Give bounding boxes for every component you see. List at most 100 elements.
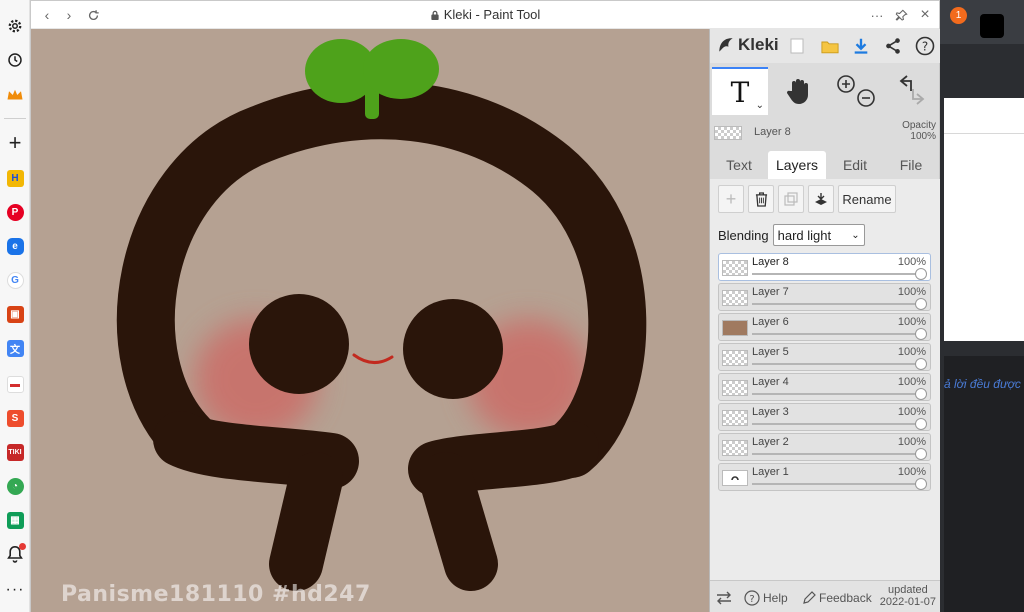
browser-sidebar: + H P e G ▣ 文 ▬ S TIKI ◔ ▦ ··· <box>0 0 30 612</box>
crown-icon[interactable] <box>3 83 27 107</box>
text-tool[interactable]: T ⌄ <box>712 67 768 115</box>
translate-icon[interactable]: 文 <box>3 336 27 360</box>
layer-row[interactable]: Layer 3 100% <box>718 403 931 431</box>
mouth <box>352 353 394 364</box>
layer-opacity-slider[interactable] <box>752 333 920 335</box>
layer-opacity-slider[interactable] <box>752 483 920 485</box>
slider-knob[interactable] <box>915 328 927 340</box>
layer-name: Layer 6 <box>752 316 789 328</box>
layer-opacity-slider[interactable] <box>752 393 920 395</box>
more-icon[interactable]: ··· <box>3 578 27 602</box>
avatar[interactable] <box>980 14 1004 38</box>
zoom-out-icon <box>857 89 875 107</box>
delete-layer-button[interactable] <box>748 185 774 213</box>
layer-opacity-slider[interactable] <box>752 303 920 305</box>
trash-icon <box>755 191 767 207</box>
help-icon[interactable]: ? <box>914 35 936 57</box>
layer-opacity-slider[interactable] <box>752 423 920 425</box>
left-eye <box>249 294 349 394</box>
rename-layer-button[interactable]: Rename <box>838 185 896 213</box>
kleki-logo[interactable]: Kleki <box>716 35 779 55</box>
more-options-icon[interactable]: ··· <box>867 5 887 25</box>
current-layer-thumbnail <box>714 126 742 140</box>
layer-name: Layer 3 <box>752 406 789 418</box>
layer-thumbnail <box>722 440 748 456</box>
blending-select[interactable]: hard light ⌄ <box>772 224 865 246</box>
layer-thumbnail <box>722 290 748 306</box>
duplicate-layer-button[interactable] <box>778 185 804 213</box>
settings-gear-icon[interactable] <box>3 14 27 38</box>
share-icon[interactable] <box>882 35 904 57</box>
slider-knob[interactable] <box>915 448 927 460</box>
add-layer-button[interactable]: + <box>718 185 744 213</box>
layer-row[interactable]: Layer 6 100% <box>718 313 931 341</box>
layer-opacity-slider[interactable] <box>752 273 920 275</box>
chrome-app-icon[interactable]: ◔ <box>3 474 27 498</box>
layer-row[interactable]: Layer 1 100% <box>718 463 931 491</box>
select-chevron-icon: ⌄ <box>851 229 860 241</box>
download-icon[interactable] <box>850 35 872 57</box>
tab-edit[interactable]: Edit <box>830 151 880 181</box>
layer-opacity: 100% <box>897 256 926 268</box>
sheets-icon[interactable]: ▦ <box>3 508 27 532</box>
add-icon[interactable]: + <box>3 130 27 155</box>
layer-name: Layer 8 <box>752 256 789 268</box>
zoom-tools <box>828 67 884 115</box>
layer-opacity-slider[interactable] <box>752 453 920 455</box>
blending-row: Blending hard light ⌄ <box>718 223 865 247</box>
shopee-icon[interactable]: S <box>3 406 27 430</box>
current-layer-name: Layer 8 <box>754 126 791 138</box>
background-reply-link[interactable]: ả lời đều được <box>944 377 1021 391</box>
layer-row[interactable]: Layer 4 100% <box>718 373 931 401</box>
shield-app-icon[interactable]: ▣ <box>3 302 27 326</box>
slider-knob[interactable] <box>915 388 927 400</box>
slider-knob[interactable] <box>915 358 927 370</box>
panel-footer: ? Help Feedback updated 2022-01-07 <box>710 580 940 612</box>
tab-text[interactable]: Text <box>714 151 764 181</box>
merge-layer-button[interactable] <box>808 185 834 213</box>
pin-icon[interactable] <box>891 5 911 25</box>
tab-layers[interactable]: Layers <box>768 151 826 181</box>
layer-row[interactable]: Layer 8 100% <box>718 253 931 281</box>
layer-row[interactable]: Layer 2 100% <box>718 433 931 461</box>
close-icon[interactable]: × <box>915 5 935 25</box>
layer-name: Layer 2 <box>752 436 789 448</box>
app-h-icon[interactable]: H <box>3 166 27 190</box>
slider-knob[interactable] <box>915 478 927 490</box>
slider-knob[interactable] <box>915 268 927 280</box>
right-eye <box>403 299 503 399</box>
layer-row[interactable]: Layer 5 100% <box>718 343 931 371</box>
pinterest-icon[interactable]: P <box>3 200 27 224</box>
layer-opacity: 100% <box>897 346 926 358</box>
background-dark-area <box>944 356 1024 612</box>
tab-file[interactable]: File <box>886 151 936 181</box>
app-blue-icon[interactable]: e <box>3 234 27 258</box>
layer-opacity-slider[interactable] <box>752 363 920 365</box>
layer-thumbnail <box>722 410 748 426</box>
notification-bell-icon[interactable] <box>3 542 27 566</box>
history-icon[interactable] <box>3 48 27 72</box>
screen: + H P e G ▣ 文 ▬ S TIKI ◔ ▦ ··· ‹ › Kleki… <box>0 0 1024 612</box>
tiki-icon[interactable]: TIKI <box>3 440 27 464</box>
slider-knob[interactable] <box>915 418 927 430</box>
swap-sides-icon[interactable] <box>716 586 732 610</box>
lock-icon <box>431 10 439 20</box>
background-window: 1 ả lời đều được <box>940 0 1024 612</box>
zoom-in-icon <box>837 75 855 93</box>
chevron-down-icon[interactable]: ⌄ <box>756 100 764 111</box>
app-red-icon[interactable]: ▬ <box>3 372 27 396</box>
layer-opacity: 100% <box>897 316 926 328</box>
open-folder-icon[interactable] <box>819 35 841 57</box>
layer-row[interactable]: Layer 7 100% <box>718 283 931 311</box>
feedback-link[interactable]: Feedback <box>802 586 872 610</box>
layer-opacity: 100% <box>897 436 926 448</box>
help-link[interactable]: ? Help <box>744 586 788 610</box>
google-icon[interactable]: G <box>3 268 27 292</box>
new-file-icon[interactable] <box>786 35 808 57</box>
right-leg <box>419 452 498 591</box>
hand-tool[interactable] <box>770 67 826 115</box>
drawing-canvas[interactable]: Panisme181110 #hd247 <box>31 29 709 612</box>
slider-knob[interactable] <box>915 298 927 310</box>
undo-icon <box>899 75 912 91</box>
opacity-value: 100% <box>910 131 936 142</box>
